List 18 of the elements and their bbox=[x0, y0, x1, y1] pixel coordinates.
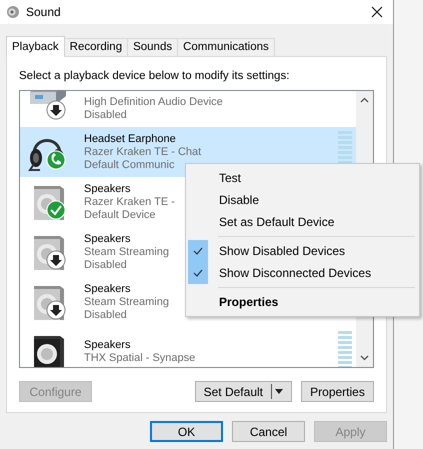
device-name: Headset Earphone bbox=[84, 132, 177, 146]
device-name: Speakers bbox=[84, 232, 132, 246]
instruction-text: Select a playback device below to modify its settings: bbox=[19, 70, 290, 82]
device-name: Speakers bbox=[84, 282, 132, 296]
device-detail: Default Device bbox=[84, 208, 157, 222]
device-detail: Disabled bbox=[84, 258, 128, 272]
device-name: Speakers bbox=[84, 182, 132, 196]
device-detail: Disabled bbox=[84, 108, 128, 122]
device-detail: Disabled bbox=[84, 308, 128, 322]
device-name: Speakers bbox=[84, 339, 132, 352]
device-detail: Razer Kraken TE - bbox=[84, 196, 175, 208]
device-detail: Razer Kraken TE - Chat bbox=[84, 146, 202, 158]
device-detail: Default Communic bbox=[84, 158, 176, 172]
device-detail: Steam Streaming bbox=[84, 246, 169, 258]
window-title: Sound bbox=[26, 5, 62, 19]
device-detail: High Definition Audio Device bbox=[84, 96, 223, 108]
device-detail: Steam Streaming bbox=[84, 296, 169, 308]
device-detail: THX Spatial - Synapse bbox=[84, 352, 196, 365]
